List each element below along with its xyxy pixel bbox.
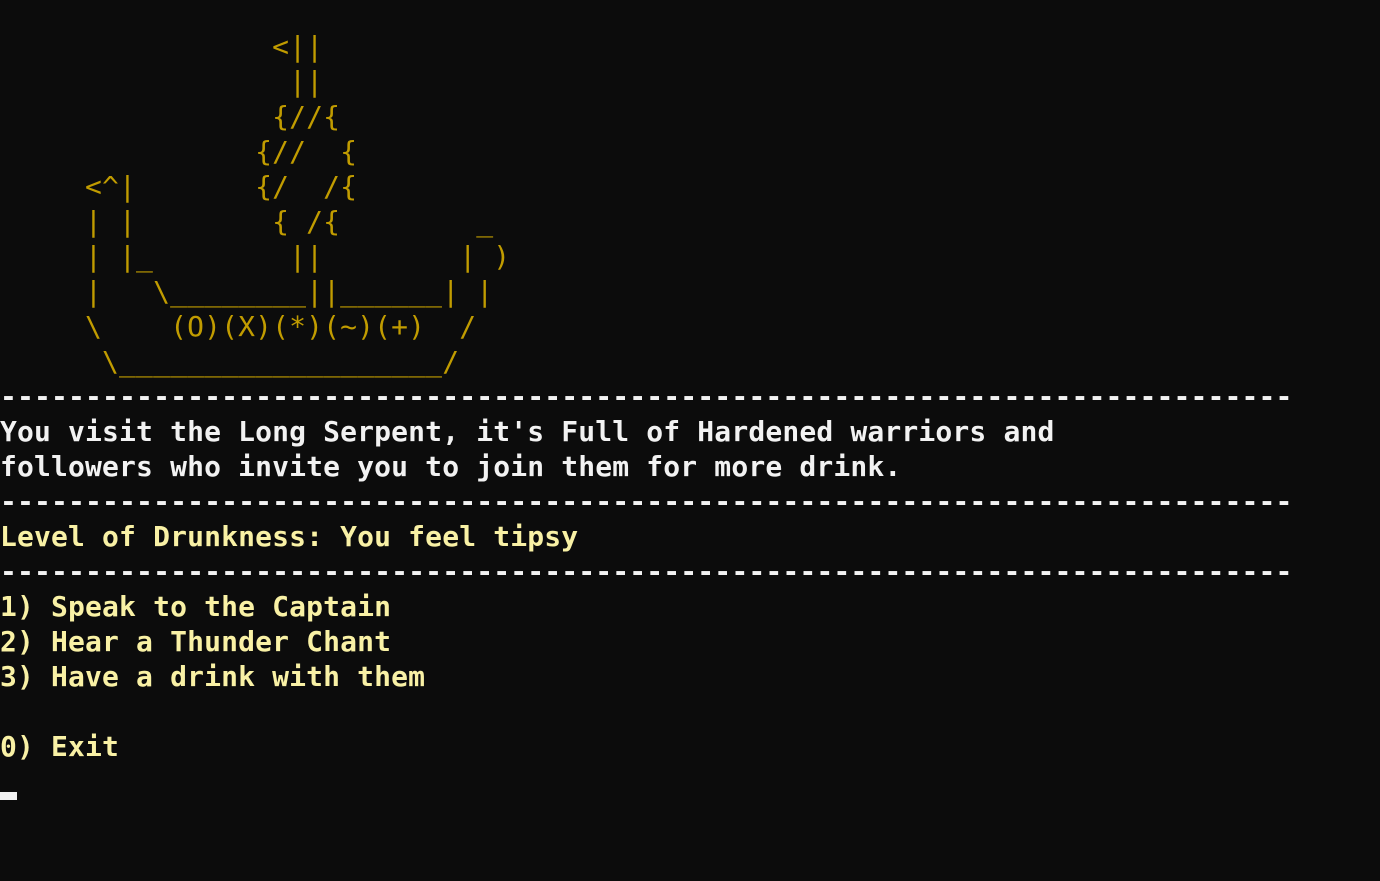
menu-option-have-drink[interactable]: 3) Have a drink with them	[0, 659, 1380, 694]
drunkness-status: Level of Drunkness: You feel tipsy	[0, 520, 579, 553]
separator: ----------------------------------------…	[0, 555, 1293, 588]
ship-art-line: {// {	[0, 135, 358, 168]
ship-art-line: | | { /{ _	[0, 205, 494, 238]
separator: ----------------------------------------…	[0, 380, 1293, 413]
ship-art-line: | \________||______| |	[0, 275, 494, 308]
ship-art-line: | |_ || | )	[0, 240, 511, 273]
menu-option-exit[interactable]: 0) Exit	[0, 729, 1380, 764]
ship-art-line: \ (O)(X)(*)(~)(+) /	[0, 310, 477, 343]
ship-art-line: {//{	[0, 100, 341, 133]
description-line: You visit the Long Serpent, it's Full of…	[0, 415, 1055, 448]
ship-art-line: \___________________/	[0, 345, 460, 378]
ship-art-line: <||	[0, 30, 324, 63]
ship-art-line: <^| {/ /{	[0, 170, 358, 203]
description-line: followers who invite you to join them fo…	[0, 450, 902, 483]
separator: ----------------------------------------…	[0, 485, 1293, 518]
menu-option-thunder-chant[interactable]: 2) Hear a Thunder Chant	[0, 624, 1380, 659]
text-cursor[interactable]	[0, 792, 17, 800]
ship-art-line: ||	[0, 65, 324, 98]
terminal-window: <|| || {//{ {// { <^| {/ /{ | | { /{ _ |…	[0, 0, 1380, 881]
menu-option-speak-captain[interactable]: 1) Speak to the Captain	[0, 589, 1380, 624]
